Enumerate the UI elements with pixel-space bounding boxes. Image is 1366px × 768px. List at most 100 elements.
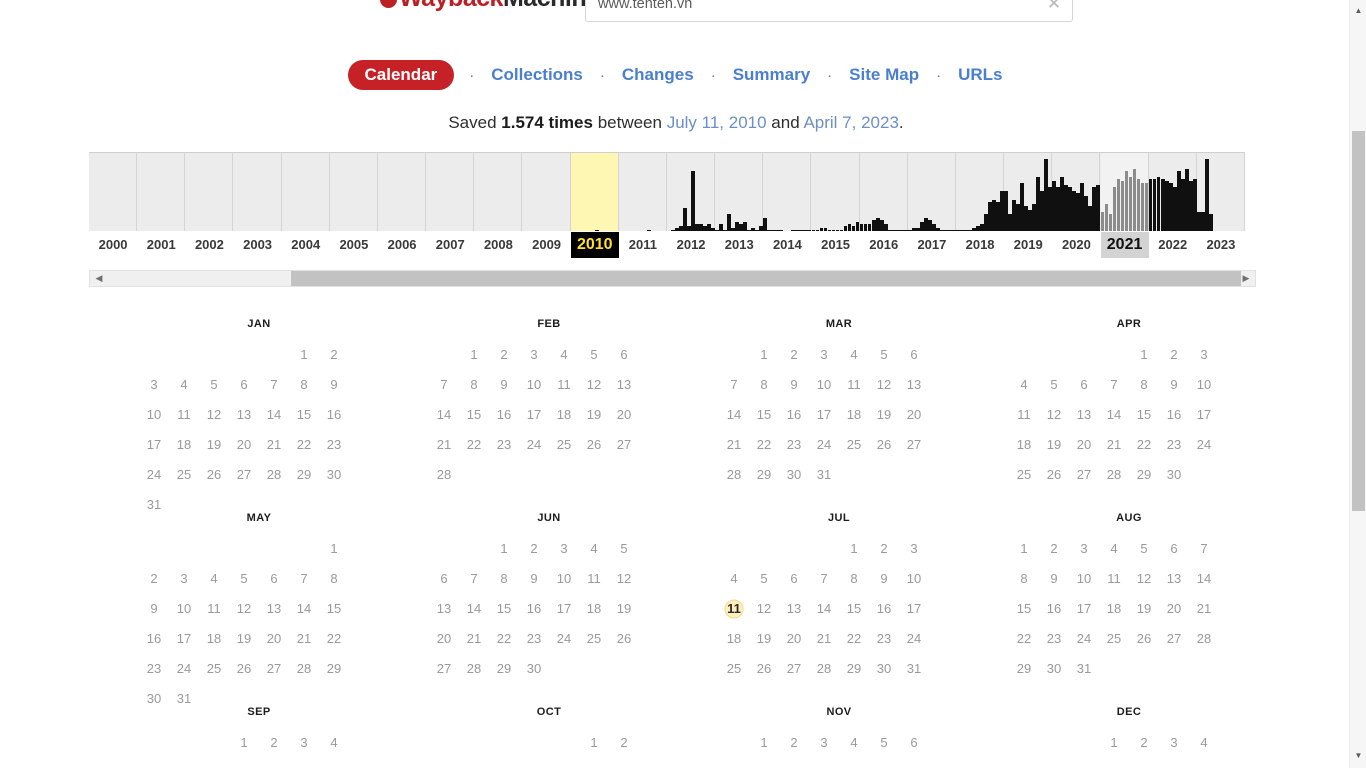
year-column-2013[interactable] [715, 153, 764, 231]
summary-last-date-link[interactable]: April 7, 2023 [803, 113, 898, 132]
year-histogram[interactable] [89, 152, 1245, 231]
year-column-2006[interactable] [378, 153, 427, 231]
month-bar[interactable] [1208, 213, 1213, 231]
year-label-2018[interactable]: 2018 [956, 232, 1004, 258]
year-column-2001[interactable] [137, 153, 186, 231]
page-scrollbar[interactable]: ▲ ▼ [1349, 0, 1366, 768]
wayback-machine-logo[interactable]: WaybackMachine [380, 0, 600, 13]
year-label-2013[interactable]: 2013 [715, 232, 763, 258]
summary-first-date-link[interactable]: July 11, 2010 [667, 113, 767, 132]
day-cell: 3 [1200, 347, 1208, 362]
year-column-2018[interactable] [956, 153, 1005, 231]
year-label-2019[interactable]: 2019 [1004, 232, 1052, 258]
year-label-2014[interactable]: 2014 [763, 232, 811, 258]
year-column-2021[interactable] [1100, 153, 1149, 231]
year-label-2009[interactable]: 2009 [523, 232, 571, 258]
url-search-box[interactable]: ✕ [585, 0, 1073, 22]
tab-calendar[interactable]: Calendar [347, 60, 455, 90]
month-bar[interactable] [779, 229, 784, 231]
timeline-scrollbar[interactable]: ◀ ▶ [89, 270, 1256, 287]
year-label-2008[interactable]: 2008 [474, 232, 522, 258]
day-cell: 1 [760, 735, 768, 750]
year-label-2005[interactable]: 2005 [330, 232, 378, 258]
year-label-2000[interactable]: 2000 [89, 232, 137, 258]
day-cell: 17 [1196, 407, 1212, 422]
tab-summary[interactable]: Summary [731, 65, 812, 85]
day-cell: 12 [236, 601, 252, 616]
day-cell: 21 [816, 631, 832, 646]
year-column-2000[interactable] [89, 153, 138, 231]
year-column-2004[interactable] [282, 153, 330, 231]
year-label-2016[interactable]: 2016 [860, 232, 908, 258]
day-cell-empty: . [519, 736, 549, 750]
year-label-2007[interactable]: 2007 [426, 232, 474, 258]
year-column-2017[interactable] [907, 153, 956, 231]
year-label-strip[interactable]: 2000 2001 2002 2003 2004 2005 2006 2007 2008 2009… [89, 232, 1245, 258]
timeline-scrollbar-thumb[interactable] [291, 271, 1241, 286]
scroll-up-icon[interactable]: ▲ [1350, 2, 1366, 19]
year-column-2022[interactable] [1148, 153, 1197, 231]
day-cell: 28 [296, 661, 312, 676]
day-cell-empty: . [429, 736, 459, 750]
close-icon[interactable]: ✕ [1044, 0, 1064, 21]
year-column-2020[interactable] [1052, 153, 1101, 231]
day-cell: 11 [847, 377, 861, 392]
year-label-2002[interactable]: 2002 [185, 232, 233, 258]
day-cell: 8 [500, 571, 508, 586]
day-cell: 10 [1076, 571, 1092, 586]
year-label-2010[interactable]: 2010 [570, 232, 619, 258]
year-column-2019[interactable] [1004, 153, 1053, 231]
year-label-2020[interactable]: 2020 [1052, 232, 1100, 258]
tab-site-map[interactable]: Site Map [847, 65, 921, 85]
tab-changes[interactable]: Changes [620, 65, 696, 85]
year-column-2012[interactable] [667, 153, 716, 231]
year-label-2022[interactable]: 2022 [1149, 232, 1197, 258]
year-label-2012[interactable]: 2012 [667, 232, 715, 258]
year-label-2011[interactable]: 2011 [619, 232, 667, 258]
year-column-2003[interactable] [234, 153, 282, 231]
day-cell: 1 [330, 541, 338, 556]
day-cell: 13 [1166, 571, 1182, 586]
day-cell: 16 [326, 407, 342, 422]
day-cell-captured[interactable]: 11 [719, 599, 749, 619]
year-column-2008[interactable] [474, 153, 523, 231]
month-bar[interactable] [646, 229, 651, 231]
day-cell-empty: . [459, 542, 489, 556]
day-cell: 14 [816, 601, 832, 616]
year-column-2016[interactable] [859, 153, 908, 231]
year-label-2015[interactable]: 2015 [812, 232, 860, 258]
day-cell: 3 [560, 541, 568, 556]
month-bar[interactable] [691, 171, 695, 231]
year-label-2004[interactable]: 2004 [282, 232, 330, 258]
year-label-2003[interactable]: 2003 [234, 232, 282, 258]
day-cell: 1 [850, 541, 858, 556]
year-column-2011[interactable] [619, 153, 667, 231]
url-input[interactable] [596, 0, 1016, 21]
year-column-2015[interactable] [811, 153, 860, 231]
tab-collections[interactable]: Collections [489, 65, 585, 85]
scroll-down-icon[interactable]: ▼ [1350, 747, 1366, 764]
chevron-right-icon[interactable]: ▶ [1238, 271, 1254, 286]
year-column-2010[interactable] [570, 153, 619, 231]
year-column-2009[interactable] [523, 153, 571, 231]
day-cell: 5 [1050, 377, 1058, 392]
year-column-2007[interactable] [426, 153, 475, 231]
calendar-month-row: MAY......1234567891011121314151617181920… [89, 512, 1249, 706]
day-cell: 28 [726, 467, 742, 482]
page-scrollbar-thumb[interactable] [1352, 131, 1365, 511]
year-column-2014[interactable] [763, 153, 812, 231]
year-column-2002[interactable] [185, 153, 234, 231]
day-cell: 29 [296, 467, 312, 482]
year-column-2005[interactable] [330, 153, 378, 231]
day-cell: 7 [1110, 377, 1118, 392]
year-column-2023[interactable] [1196, 153, 1245, 231]
day-cell: 15 [466, 407, 482, 422]
year-label-2023[interactable]: 2023 [1197, 232, 1245, 258]
month-bar[interactable] [594, 229, 599, 231]
chevron-left-icon[interactable]: ◀ [91, 271, 107, 286]
year-label-2017[interactable]: 2017 [908, 232, 956, 258]
year-label-2001[interactable]: 2001 [137, 232, 185, 258]
year-label-2006[interactable]: 2006 [378, 232, 426, 258]
tab-urls[interactable]: URLs [956, 65, 1004, 85]
year-label-2021[interactable]: 2021 [1100, 232, 1149, 258]
